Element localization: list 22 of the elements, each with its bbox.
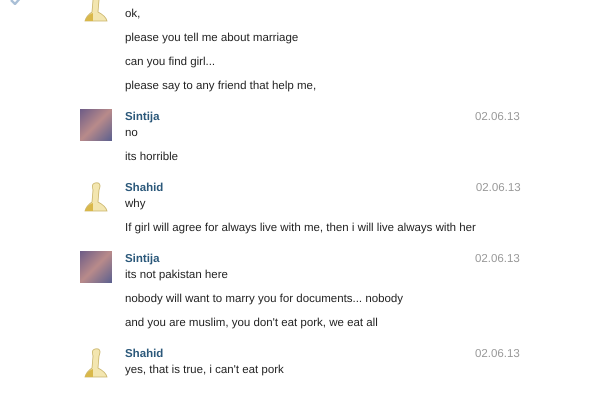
message-text: yes, that is true, i can't eat pork — [125, 363, 285, 378]
sender-name[interactable]: Shahid — [125, 346, 475, 362]
message-date: 02.06.13 — [475, 253, 520, 265]
message-date: 02.06.13 — [476, 182, 521, 194]
message-text: nobody will want to marry you for documents... nobody — [125, 292, 404, 307]
photo-placeholder — [80, 251, 112, 283]
message-date: 02.06.13 — [475, 348, 520, 360]
message-text: If girl will agree for always live with me, then i will live always with her — [125, 221, 476, 236]
message-text: please say to any friend that help me, — [125, 79, 318, 94]
photo-placeholder — [80, 109, 112, 141]
message-text: can you find girl... — [125, 55, 216, 70]
sender-name[interactable]: Shahid — [125, 180, 476, 196]
message-date: 02.06.13 — [475, 111, 520, 123]
message-text: its not pakistan here — [125, 268, 229, 283]
message-text: please you tell me about marriage — [125, 31, 300, 46]
message-text: no — [125, 126, 139, 141]
message-text: why — [125, 197, 146, 212]
sender-name[interactable]: Sintija — [125, 251, 475, 267]
message-text: ok, — [125, 7, 142, 22]
sender-name[interactable]: Sintija — [125, 109, 475, 125]
message-text: its horrible — [125, 150, 180, 165]
message-text: and you are muslim, you don't eat pork, we eat all — [125, 316, 379, 331]
